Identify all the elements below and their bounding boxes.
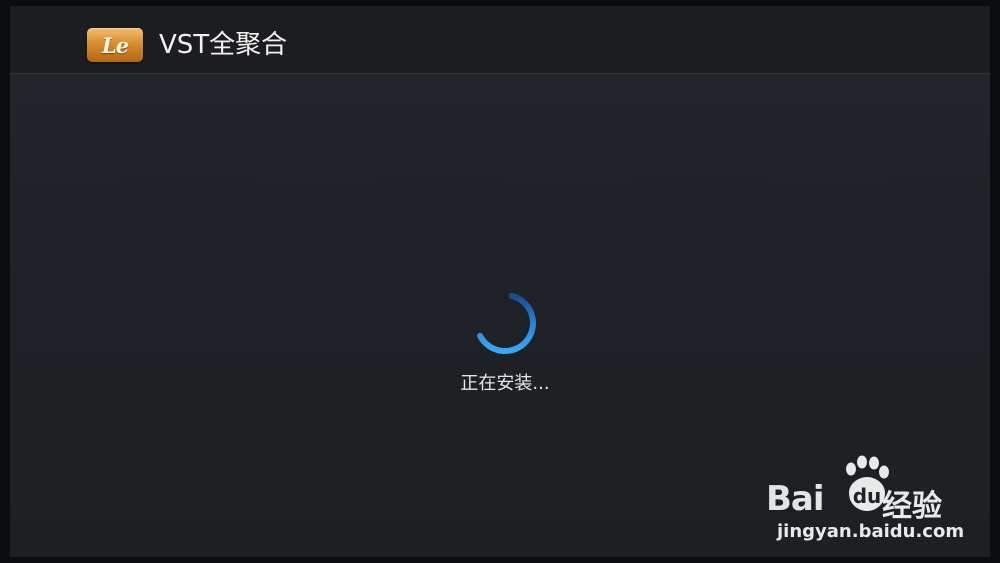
page-title: VST全聚合 — [159, 30, 288, 60]
loading-spinner-icon — [477, 292, 536, 355]
app-header: Le VST全聚合 — [10, 6, 990, 74]
tv-screen: Le VST全聚合 正在安装... Bai du 经验 jingyan.baid… — [10, 6, 990, 557]
letv-logo-icon: Le — [87, 28, 143, 62]
baidu-jingyan-watermark: Bai du 经验 jingyan.baidu.com — [766, 455, 966, 545]
logo-text: Le — [101, 32, 129, 58]
installing-status-text: 正在安装... — [460, 373, 550, 394]
watermark-brand: Bai — [766, 479, 825, 519]
svg-text:du: du — [853, 484, 882, 508]
watermark-brand-cn: 经验 — [882, 489, 942, 524]
watermark-url: jingyan.baidu.com — [777, 521, 965, 542]
